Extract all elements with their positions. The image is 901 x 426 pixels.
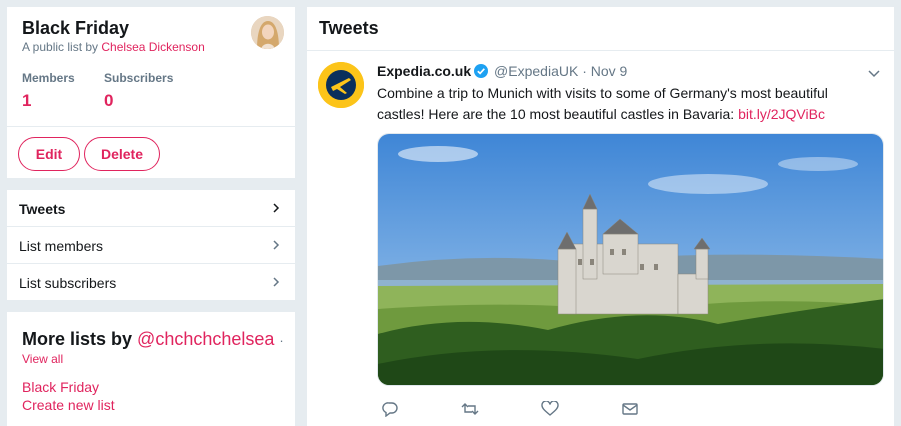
nav-item-label: List subscribers [19,275,117,291]
list-byline: A public list by Chelsea Dickenson [22,40,205,54]
chevron-right-icon [273,203,280,213]
message-icon[interactable] [621,401,639,417]
tweet-author-handle[interactable]: @ExpediaUK [494,63,578,79]
subscribers-label: Subscribers [104,71,174,85]
tweet-header: Expedia.co.uk @ExpediaUK · Nov 9 [377,63,627,79]
nav-item-label: List members [19,238,104,254]
edit-button[interactable]: Edit [18,137,80,171]
view-all-link[interactable]: View all [22,352,63,366]
nav-item-list-members[interactable]: List members [7,227,295,264]
more-lists-title: More lists by [22,329,133,349]
list-link-black-friday[interactable]: Black Friday [22,379,99,395]
like-icon[interactable] [541,401,559,417]
timeline-header: Tweets [307,7,894,51]
timeline-title: Tweets [319,18,379,38]
members-count: 1 [22,91,32,110]
owner-avatar[interactable] [251,16,284,49]
tweet-link[interactable]: bit.ly/2JQViBc [738,106,825,122]
castle-photo [378,134,883,385]
avatar-photo [251,16,284,49]
tweet-text: Combine a trip to Munich with visits to … [377,83,847,125]
delete-button[interactable]: Delete [84,137,160,171]
retweet-icon[interactable] [461,401,479,417]
tweet-author-name[interactable]: Expedia.co.uk [377,63,471,79]
chevron-right-icon [273,240,280,250]
more-lists-card: More lists by @chchchchelsea · View all … [7,312,295,426]
members-stat[interactable]: Members 1 [22,71,75,111]
list-info-card: Black Friday A public list by Chelsea Di… [7,7,295,178]
subscribers-count: 0 [104,91,114,110]
tweet-author-avatar[interactable] [318,62,364,108]
nav-item-label: Tweets [19,201,66,217]
expedia-logo-icon [318,62,364,108]
chevron-right-icon [273,277,280,287]
reply-icon[interactable] [381,401,399,417]
tweet-separator: · [582,63,587,79]
tweet-timestamp[interactable]: Nov 9 [591,63,628,79]
divider [7,126,295,127]
more-lists-heading: More lists by @chchchchelsea · [22,329,284,350]
verified-badge-icon [474,64,489,78]
tweets-timeline: Tweets Expedia.co.uk @ExpediaUK · Nov 9 … [307,7,894,426]
more-lists-separator: · [279,333,284,348]
subscribers-stat[interactable]: Subscribers 0 [104,71,173,111]
tweet-media-image[interactable] [377,133,884,386]
list-nav: Tweets List members List subscribers [7,190,295,300]
chevron-down-icon[interactable] [868,70,880,78]
nav-item-list-subscribers[interactable]: List subscribers [7,264,295,301]
nav-item-tweets[interactable]: Tweets [7,190,295,227]
more-lists-handle-link[interactable]: @chchchchelsea [137,329,274,349]
byline-prefix: A public list by [22,40,99,54]
list-title: Black Friday [22,18,130,38]
list-owner-link[interactable]: Chelsea Dickenson [101,40,204,54]
create-new-list-link[interactable]: Create new list [22,397,115,413]
members-label: Members [22,71,75,85]
